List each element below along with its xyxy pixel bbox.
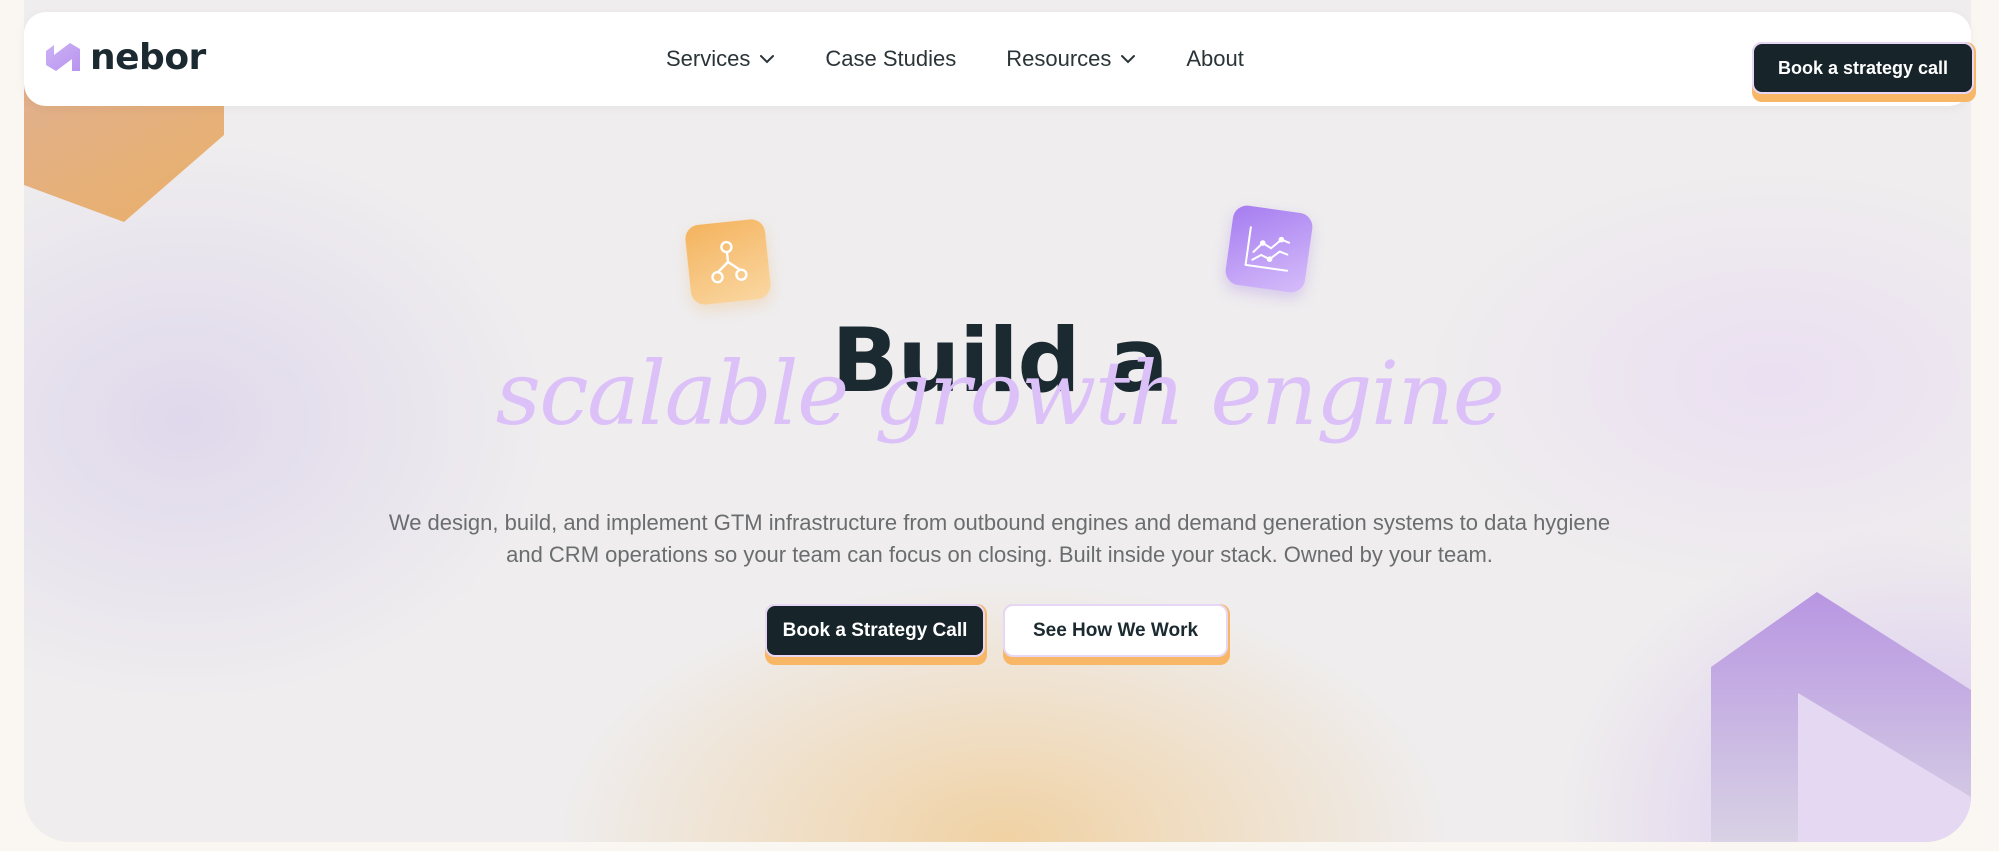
workflow-icon — [684, 218, 772, 306]
nav-item-case-studies[interactable]: Case Studies — [825, 46, 956, 72]
line-chart-icon — [1223, 203, 1315, 295]
primary-cta-wrapper: Book a Strategy Call — [765, 604, 987, 665]
book-strategy-call-nav-button[interactable]: Book a strategy call — [1752, 42, 1974, 94]
nav-cta-wrapper: Book a strategy call — [1752, 42, 1976, 102]
chevron-down-icon — [760, 55, 775, 64]
purple-chevron-decoration — [1711, 592, 1971, 842]
brand-name: nebor — [90, 37, 206, 78]
see-how-we-work-button[interactable]: See How We Work — [1003, 604, 1228, 657]
book-strategy-call-button[interactable]: Book a Strategy Call — [765, 604, 985, 657]
nav-item-about[interactable]: About — [1186, 46, 1244, 72]
hero-subtitle: We design, build, and implement GTM infr… — [388, 510, 1611, 567]
brand-logo[interactable]: nebor — [44, 40, 206, 76]
hero-headline-italic: scalable growth engine — [495, 342, 1505, 445]
nav-item-label: Case Studies — [825, 46, 957, 71]
nav-item-label: Services — [666, 46, 751, 71]
nav-item-label: Resources — [1006, 46, 1112, 71]
top-navbar: nebor Services Case Studies Resources Ab… — [24, 12, 1976, 106]
nav-links: Services Case Studies Resources About — [666, 12, 1294, 106]
nav-item-label: About — [1186, 46, 1244, 71]
nav-item-resources[interactable]: Resources — [1006, 46, 1136, 72]
nav-item-services[interactable]: Services — [666, 46, 775, 72]
chevron-down-icon — [1121, 55, 1136, 64]
nebor-logo-icon — [46, 43, 80, 71]
secondary-cta-wrapper: See How We Work — [1003, 604, 1230, 665]
